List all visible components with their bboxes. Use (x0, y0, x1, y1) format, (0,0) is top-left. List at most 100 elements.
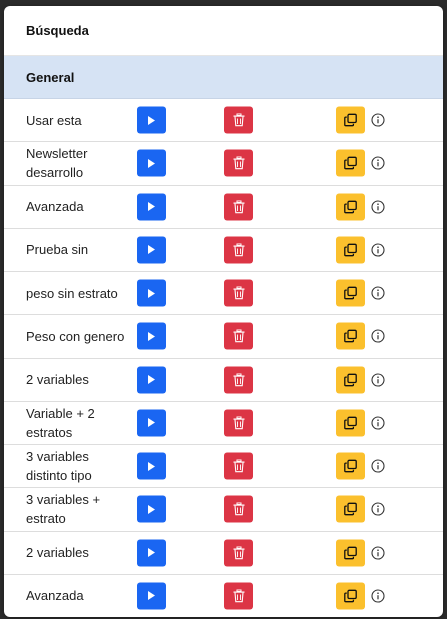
delete-button[interactable] (224, 409, 253, 437)
run-button[interactable] (137, 409, 166, 437)
copy-button[interactable] (336, 193, 365, 221)
run-button[interactable] (137, 149, 166, 177)
item-label: Avanzada (26, 199, 84, 215)
run-button[interactable] (137, 582, 166, 610)
list-item: Usar esta (4, 99, 443, 143)
delete-button[interactable] (224, 279, 253, 307)
info-icon[interactable] (371, 286, 385, 300)
trash-icon (233, 546, 245, 559)
delete-button[interactable] (224, 495, 253, 523)
list-item: Newsletter desarrollo (4, 142, 443, 186)
trash-icon (233, 200, 245, 213)
item-label: Prueba sin (26, 242, 89, 258)
copy-icon (344, 503, 357, 516)
copy-button[interactable] (336, 322, 365, 350)
item-label: Peso con genero (26, 328, 125, 344)
trash-icon (233, 156, 245, 170)
delete-button[interactable] (224, 106, 253, 134)
copy-button[interactable] (336, 106, 365, 134)
copy-button[interactable] (336, 279, 365, 307)
run-button[interactable] (137, 279, 166, 307)
trash-icon (233, 459, 245, 473)
search-panel: Búsqueda General Usar esta Newsletter de… (4, 6, 443, 617)
copy-button[interactable] (336, 495, 365, 523)
copy-button[interactable] (336, 409, 365, 437)
copy-button[interactable] (336, 149, 365, 177)
info-icon[interactable] (371, 156, 385, 170)
copy-icon (344, 330, 357, 343)
play-icon (147, 245, 156, 255)
run-button[interactable] (137, 236, 166, 264)
delete-button[interactable] (224, 149, 253, 177)
run-button[interactable] (137, 452, 166, 480)
play-icon (147, 504, 156, 514)
delete-button[interactable] (224, 193, 253, 221)
trash-icon (233, 113, 245, 127)
info-icon[interactable] (371, 329, 385, 343)
trash-icon (233, 502, 245, 516)
item-label: peso sin estrato (26, 285, 118, 301)
delete-button[interactable] (224, 539, 253, 567)
item-label: Usar esta (26, 112, 82, 128)
trash-icon (233, 589, 245, 603)
panel-title: Búsqueda (4, 6, 443, 56)
play-icon (147, 331, 156, 341)
copy-button[interactable] (336, 452, 365, 480)
copy-icon (344, 373, 357, 386)
list-item: 2 variables (4, 359, 443, 402)
info-icon[interactable] (371, 243, 385, 257)
copy-icon (344, 113, 357, 127)
play-icon (147, 418, 156, 428)
copy-icon (344, 243, 357, 257)
copy-button[interactable] (336, 236, 365, 264)
copy-icon (344, 200, 357, 213)
play-icon (147, 375, 156, 385)
item-label: 3 variables + estrato (26, 492, 101, 527)
delete-button[interactable] (224, 366, 253, 394)
copy-icon (344, 157, 357, 170)
list-item: Variable + 2 estratos (4, 402, 443, 445)
copy-button[interactable] (336, 366, 365, 394)
item-label: 2 variables (26, 545, 89, 561)
play-icon (147, 461, 156, 471)
delete-button[interactable] (224, 322, 253, 350)
run-button[interactable] (137, 539, 166, 567)
item-label: Avanzada (26, 588, 84, 604)
list-item: Avanzada (4, 575, 443, 617)
run-button[interactable] (137, 193, 166, 221)
run-button[interactable] (137, 106, 166, 134)
run-button[interactable] (137, 322, 166, 350)
section-header-general: General (4, 56, 443, 99)
saved-search-list: Usar esta Newsletter desarrollo Avanzada… (4, 99, 443, 617)
play-icon (147, 115, 156, 125)
run-button[interactable] (137, 495, 166, 523)
info-icon[interactable] (371, 113, 385, 127)
info-icon[interactable] (371, 200, 385, 214)
delete-button[interactable] (224, 452, 253, 480)
trash-icon (233, 416, 245, 430)
info-icon[interactable] (371, 502, 385, 516)
info-icon[interactable] (371, 589, 385, 603)
copy-icon (344, 589, 357, 603)
delete-button[interactable] (224, 236, 253, 264)
list-item: Avanzada (4, 186, 443, 229)
copy-icon (344, 286, 357, 300)
play-icon (147, 591, 156, 601)
copy-button[interactable] (336, 539, 365, 567)
list-item: 3 variables distinto tipo (4, 445, 443, 489)
run-button[interactable] (137, 366, 166, 394)
info-icon[interactable] (371, 416, 385, 430)
delete-button[interactable] (224, 582, 253, 610)
list-item: Peso con genero (4, 315, 443, 359)
copy-icon (344, 546, 357, 559)
info-icon[interactable] (371, 459, 385, 473)
list-item: peso sin estrato (4, 272, 443, 316)
play-icon (147, 202, 156, 212)
copy-button[interactable] (336, 582, 365, 610)
info-icon[interactable] (371, 373, 385, 387)
item-label: 2 variables (26, 372, 89, 388)
trash-icon (233, 329, 245, 343)
list-item: 2 variables (4, 532, 443, 575)
item-label: Variable + 2 estratos (26, 405, 95, 440)
info-icon[interactable] (371, 546, 385, 560)
